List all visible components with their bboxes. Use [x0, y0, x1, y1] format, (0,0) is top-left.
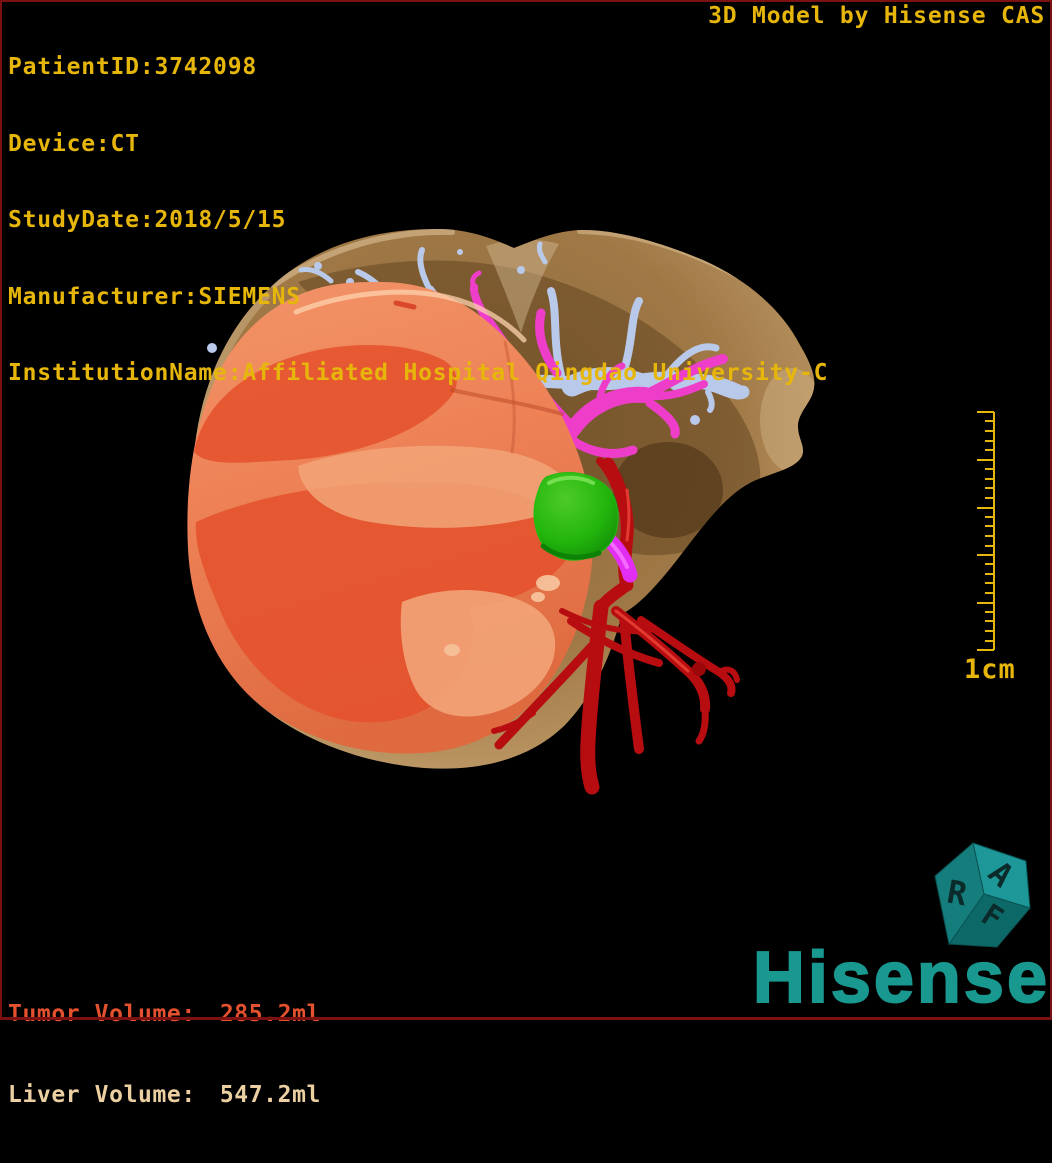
patient-info-line: InstitutionName:Affiliated Hospital Qing…: [8, 360, 829, 386]
gallbladder: [533, 472, 619, 561]
patient-info-line: StudyDate:2018/5/15: [8, 207, 287, 233]
liver-volume-label: Liver Volume:: [8, 1082, 196, 1108]
patient-info-line: PatientID:3742098: [8, 54, 258, 80]
tumor-volume-value: 285.2ml: [219, 1001, 321, 1027]
liver-volume: Liver Volume: 547.2ml: [8, 1082, 321, 1109]
volume-readout: Tumor Volume: 285.2ml Liver Volume: 547.2m…: [8, 947, 321, 1163]
viewport-3d[interactable]: 1cm R A F PatientID:3742098 Device:CT St…: [0, 0, 1052, 1108]
tumor-volume: Tumor Volume: 285.2ml: [8, 1001, 321, 1028]
patient-info-line: Device:CT: [8, 130, 140, 157]
watermark: 3D Model by Hisense CAS: [708, 3, 1045, 29]
hisense-logo: Hisense: [752, 938, 1050, 1018]
orientation-cube[interactable]: R A F: [934, 842, 1031, 948]
patient-info: PatientID:3742098 Device:CT StudyDate:20…: [8, 4, 828, 438]
scale-ruler: 1cm: [964, 411, 1016, 685]
patient-info-line: Manufacturer:SIEMENS: [8, 283, 301, 310]
scale-label: 1cm: [964, 654, 1016, 685]
tumor-volume-label: Tumor Volume:: [8, 1001, 196, 1027]
liver-volume-value: 547.2ml: [219, 1082, 321, 1108]
